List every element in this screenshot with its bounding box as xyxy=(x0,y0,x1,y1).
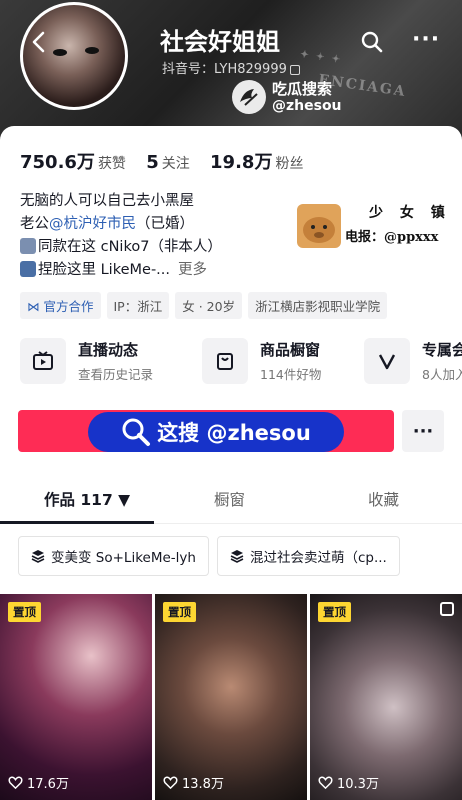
back-arrow-icon[interactable] xyxy=(26,28,56,58)
heart-icon xyxy=(8,776,23,790)
copy-icon[interactable] xyxy=(289,64,300,75)
bio-line-4: 捏脸这里 LikeMe-... 更多 xyxy=(20,259,222,282)
feature-live[interactable]: 直播动态 查看历史记录 xyxy=(20,338,153,384)
profile-nickname: 社会好姐姐 xyxy=(160,28,280,56)
stat-following-label[interactable]: 关注 xyxy=(162,156,190,172)
capybara-sticker-icon xyxy=(297,204,341,248)
douyin-id: 抖音号：LYH829999 xyxy=(162,62,287,77)
bio-more-link[interactable]: 更多 xyxy=(178,262,207,278)
tv-icon xyxy=(20,338,66,384)
collection-item-1[interactable]: 变美变 So+LikeMe-lyh xyxy=(18,536,209,576)
official-partner-icon: ⋈ xyxy=(27,299,44,314)
stats-row: 750.6万 获赞 5 关注 19.8万 粉丝 xyxy=(20,148,317,174)
collection-item-2[interactable]: 混过社会卖过萌（cp... xyxy=(216,536,400,576)
side-watermark-line2: 电报：@ppxxx xyxy=(345,230,439,245)
stat-following-value[interactable]: 5 xyxy=(146,152,159,173)
tab-works[interactable]: 作品 117 ▼ xyxy=(44,488,130,510)
video-grid: 置顶 17.6万 置顶 13.8万 置顶 10.3万 xyxy=(0,594,462,800)
stat-followers-value[interactable]: 19.8万 xyxy=(210,152,272,173)
husband-mention-link[interactable]: @杭沪好市民 xyxy=(49,216,136,232)
tag-official-partner[interactable]: ⋈ 官方合作 xyxy=(20,292,101,319)
mailbox-emoji-icon xyxy=(20,261,36,277)
more-actions-button[interactable]: ··· xyxy=(402,410,444,452)
multi-image-icon xyxy=(440,602,454,616)
bio: 无脑的人可以自己去小黑屋 老公@杭沪好市民（已婚） 同款在这 cNiko7（非本… xyxy=(20,190,222,282)
video-likes: 10.3万 xyxy=(318,773,379,792)
heart-icon xyxy=(318,776,333,790)
feature-entries: 直播动态 查看历史记录 商品橱窗 114件好物 专属会 8人加入 xyxy=(20,338,462,390)
side-watermark: 少 女 镇 电报：@ppxxx xyxy=(297,202,457,252)
more-options-icon[interactable]: ··· xyxy=(412,29,440,51)
watermark-logo-icon xyxy=(232,80,266,114)
magnifier-icon xyxy=(122,418,151,446)
stat-followers-label[interactable]: 粉丝 xyxy=(275,156,303,172)
video-thumbnail-2[interactable]: 置顶 13.8万 xyxy=(155,594,307,800)
tag-gender-age: 女 · 20岁 xyxy=(175,292,243,319)
promo-overlay-banner: 这搜 @zhesou xyxy=(88,412,344,452)
tab-favorites[interactable]: 收藏 xyxy=(368,488,399,510)
profile-card: 750.6万 获赞 5 关注 19.8万 粉丝 无脑的人可以自己去小黑屋 老公@杭沪好… xyxy=(0,126,462,800)
douyin-id-row[interactable]: 抖音号：LYH829999 xyxy=(162,58,300,77)
pinned-badge: 置顶 xyxy=(318,602,351,622)
heart-icon xyxy=(163,776,178,790)
suit-emoji-icon xyxy=(20,238,36,254)
content-tabs: 作品 117 ▼ 橱窗 收藏 xyxy=(0,480,462,524)
video-likes: 13.8万 xyxy=(163,773,224,792)
bio-line-3: 同款在这 cNiko7（非本人） xyxy=(20,236,222,259)
watermark-handle: @zhesou xyxy=(272,98,342,114)
stack-icon xyxy=(31,550,45,563)
pinned-badge: 置顶 xyxy=(163,602,196,622)
side-watermark-line1: 少 女 镇 xyxy=(369,205,451,221)
feature-membership[interactable]: 专属会 8人加入 xyxy=(364,338,462,384)
stat-likes-value: 750.6万 xyxy=(20,152,95,173)
watermark-title: 吃瓜搜索 xyxy=(272,80,333,98)
banner-shirt-print-2: ✦ ✦ ✦ xyxy=(299,49,343,66)
video-thumbnail-1[interactable]: 置顶 17.6万 xyxy=(0,594,152,800)
tab-showcase[interactable]: 橱窗 xyxy=(214,488,245,510)
active-tab-indicator xyxy=(0,521,154,524)
bio-line-2: 老公@杭沪好市民（已婚） xyxy=(20,216,194,232)
stat-likes-label: 获赞 xyxy=(97,156,126,172)
v-badge-icon xyxy=(364,338,410,384)
tag-ip-location: IP：浙江 xyxy=(106,292,170,319)
search-icon[interactable] xyxy=(360,30,384,54)
feature-shop[interactable]: 商品橱窗 114件好物 xyxy=(202,338,321,384)
stack-icon xyxy=(230,550,244,563)
collection-row: 变美变 So+LikeMe-lyh 混过社会卖过萌（cp... xyxy=(18,536,400,576)
pinned-badge: 置顶 xyxy=(8,602,41,622)
video-likes: 17.6万 xyxy=(8,773,69,792)
profile-tags: ⋈ 官方合作 IP：浙江 女 · 20岁 浙江横店影视职业学院 xyxy=(20,292,388,319)
video-thumbnail-3[interactable]: 置顶 10.3万 xyxy=(310,594,462,800)
promo-text: 这搜 @zhesou xyxy=(157,421,311,445)
shop-bag-icon xyxy=(202,338,248,384)
bio-line-1: 无脑的人可以自己去小黑屋 xyxy=(20,193,194,209)
tag-school[interactable]: 浙江横店影视职业学院 xyxy=(248,292,388,319)
